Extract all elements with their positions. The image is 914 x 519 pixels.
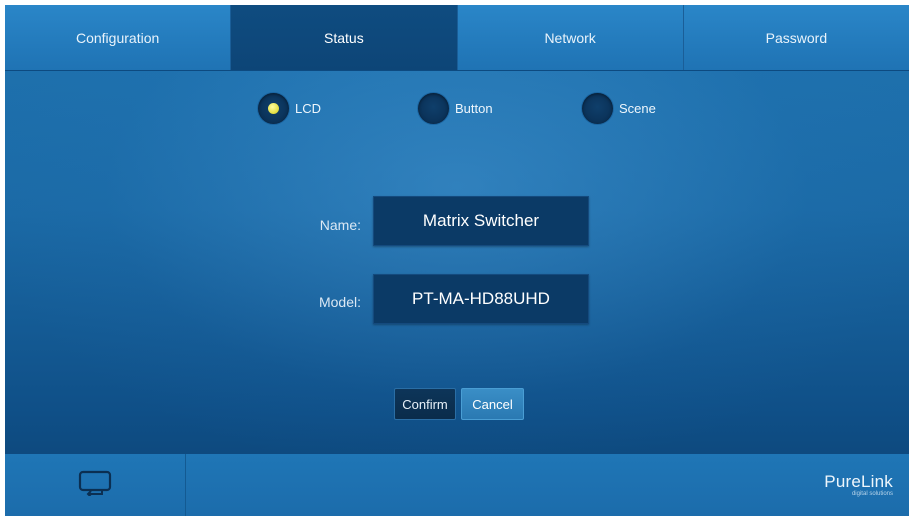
- app-frame: Configuration Status Network Password LC…: [5, 5, 909, 516]
- tab-password[interactable]: Password: [684, 5, 909, 70]
- radio-lcd-label: LCD: [295, 101, 322, 116]
- radio-lcd-indicator[interactable]: [258, 93, 289, 124]
- radio-scene[interactable]: Scene: [582, 93, 656, 124]
- radio-button-label: Button: [455, 101, 493, 116]
- tab-bar: Configuration Status Network Password: [5, 5, 909, 71]
- radio-scene-label: Scene: [619, 101, 656, 116]
- radio-button-indicator[interactable]: [418, 93, 449, 124]
- radio-selected-dot: [268, 103, 279, 114]
- logo-brand: PureLink: [824, 472, 893, 491]
- model-field[interactable]: PT-MA-HD88UHD: [373, 274, 589, 324]
- radio-button[interactable]: Button: [418, 93, 493, 124]
- mode-radio-group: LCD Button Scene: [5, 93, 909, 129]
- radio-scene-indicator[interactable]: [582, 93, 613, 124]
- radio-lcd[interactable]: LCD: [258, 93, 321, 124]
- name-label: Name:: [319, 217, 361, 233]
- back-button[interactable]: [5, 454, 186, 516]
- tab-status[interactable]: Status: [231, 5, 458, 70]
- model-label: Model:: [318, 294, 361, 310]
- confirm-button[interactable]: Confirm: [394, 388, 456, 420]
- purelink-logo: PureLink digital solutions: [824, 472, 893, 497]
- tab-network[interactable]: Network: [458, 5, 684, 70]
- footer-bar: PureLink digital solutions: [5, 453, 909, 516]
- screen-return-icon: [78, 470, 112, 501]
- cancel-button[interactable]: Cancel: [461, 388, 524, 420]
- name-field[interactable]: Matrix Switcher: [373, 196, 589, 246]
- tab-configuration[interactable]: Configuration: [5, 5, 232, 70]
